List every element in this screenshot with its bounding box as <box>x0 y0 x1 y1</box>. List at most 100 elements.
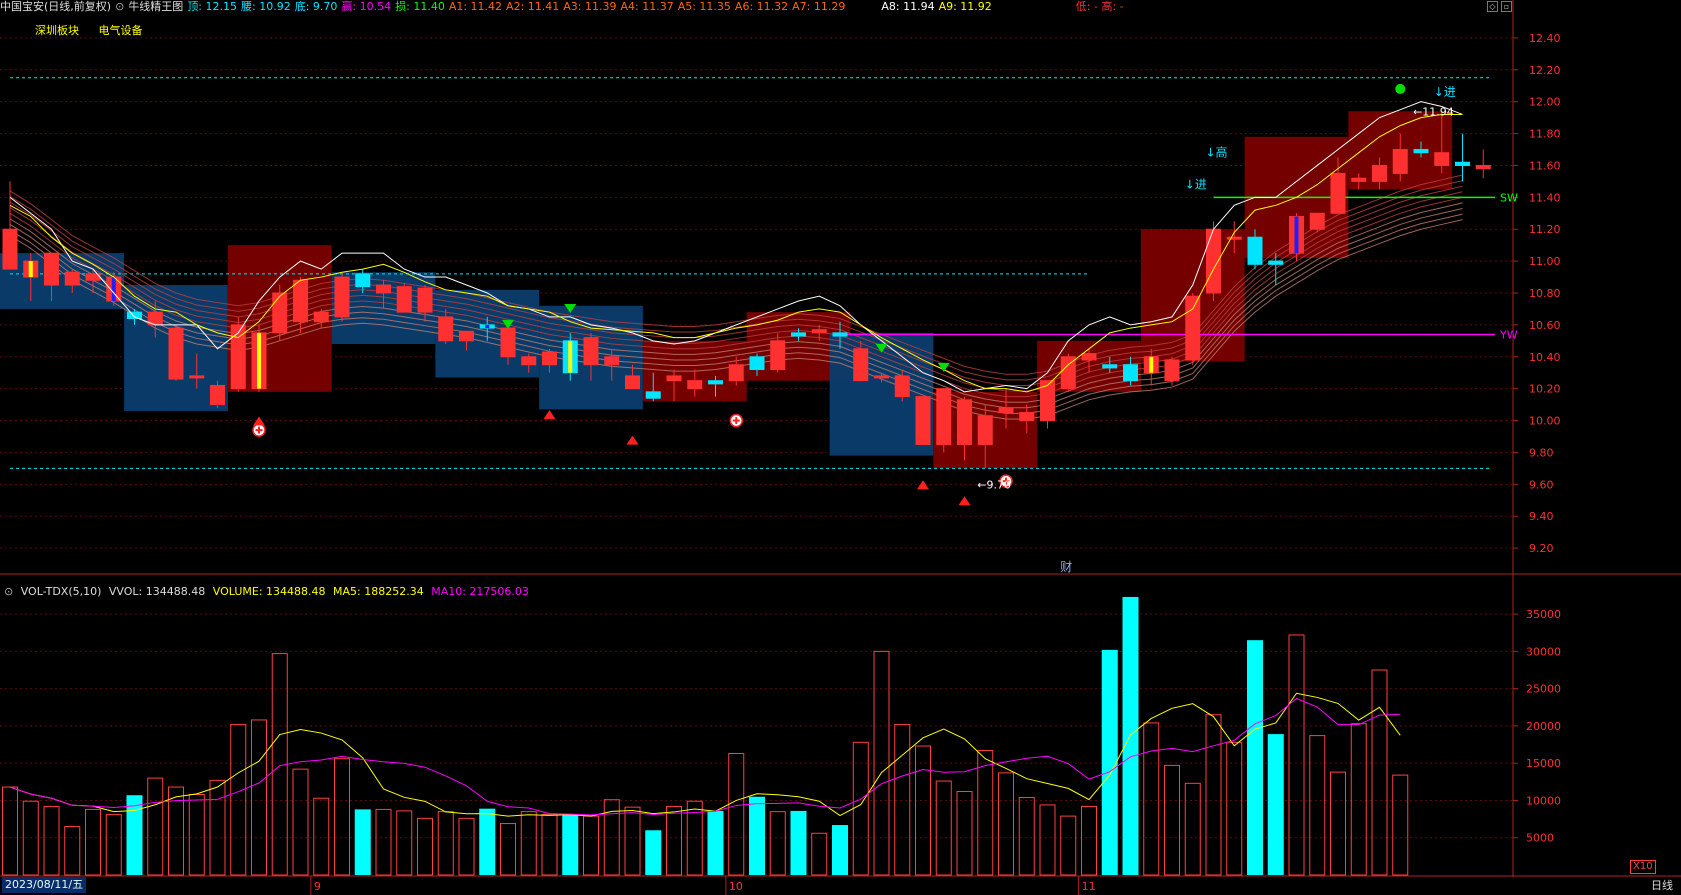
collapse-icon[interactable]: ⊙ <box>4 585 13 598</box>
volume-bar <box>1184 782 1201 876</box>
volume-bar <box>1309 735 1326 876</box>
ma5-value: MA5: 188252.34 <box>333 585 424 598</box>
volume-bar <box>396 810 413 876</box>
candle-body <box>1372 164 1387 182</box>
candle-body <box>708 380 723 385</box>
candle-body <box>936 388 952 445</box>
price-tick-label: 9.20 <box>1529 542 1554 555</box>
candle-body <box>1392 149 1408 174</box>
volume-bar <box>458 817 475 876</box>
candle-body <box>1164 359 1180 382</box>
candle-body <box>521 356 537 366</box>
candle-body <box>542 351 557 366</box>
volume-bar <box>1143 722 1160 876</box>
candle-body <box>1330 172 1346 214</box>
candle-body <box>313 311 329 323</box>
candle-body <box>1309 212 1325 230</box>
volume-bar <box>1039 804 1056 876</box>
volume-tick-label: 5000 <box>1526 832 1554 845</box>
volume-bar <box>500 823 516 876</box>
candle-body <box>376 284 391 294</box>
candle-body <box>500 327 516 358</box>
candle-body <box>977 415 993 445</box>
candle-body <box>459 330 474 342</box>
period-label[interactable]: 日线 <box>1651 877 1673 895</box>
candle-body <box>293 279 308 323</box>
price-tick-label: 11.80 <box>1529 128 1561 141</box>
candle-body <box>334 276 350 318</box>
candle-body <box>915 396 931 445</box>
candle-body <box>1226 236 1242 240</box>
candle-body <box>1351 177 1367 182</box>
volume-bar <box>64 826 81 876</box>
volume-bar <box>375 808 392 876</box>
price-tick-label: 9.80 <box>1529 446 1554 459</box>
volume-indicator-name[interactable]: VOL-TDX(5,10) <box>21 585 102 598</box>
price-tick-label: 9.40 <box>1529 510 1554 523</box>
price-tick-label: 11.20 <box>1529 223 1561 236</box>
candle-body <box>2 228 18 270</box>
candle-body <box>127 311 142 320</box>
candle-body <box>168 327 184 380</box>
volume-bar <box>1101 649 1118 875</box>
buy-triangle-icon <box>626 435 639 445</box>
footer-bar: 2023/08/11/五 日线 <box>0 877 1681 895</box>
buy-triangle-icon <box>253 416 265 426</box>
price-tick-label: 10.80 <box>1529 287 1561 300</box>
price-tick-label: 12.40 <box>1529 32 1561 45</box>
candle-body <box>210 384 225 406</box>
volume-value: VOLUME: 134488.48 <box>212 585 326 598</box>
volume-header-bar: ⊙ VOL-TDX(5,10) VVOL: 134488.48 VOLUME: … <box>4 585 533 599</box>
volume-bar <box>354 809 371 875</box>
volume-bar <box>1018 796 1035 876</box>
volume-bar <box>437 811 454 876</box>
buy-triangle-icon <box>917 480 929 490</box>
volume-tick-label: 25000 <box>1526 683 1561 696</box>
volume-bar <box>126 795 143 875</box>
volume-ma10-line <box>9 697 1401 816</box>
candle-signal-yellow <box>568 340 573 373</box>
candle-signal-blue <box>111 277 116 301</box>
volume-bar <box>541 814 558 876</box>
signal-text: ↓高 <box>1206 145 1228 160</box>
signal-text: 财 <box>1060 560 1072 574</box>
candle-body <box>874 375 889 379</box>
volume-bar <box>230 723 247 876</box>
volume-unit-badge: X10 <box>1630 860 1656 874</box>
candle-body <box>666 375 682 382</box>
price-tick-label: 10.40 <box>1529 351 1561 364</box>
candle-body <box>791 332 806 337</box>
volume-bar <box>749 796 765 875</box>
candle-body <box>957 399 972 445</box>
volume-bar <box>894 723 911 876</box>
volume-tick-label: 35000 <box>1526 608 1561 621</box>
volume-bar <box>956 791 973 876</box>
candle-body <box>44 252 59 286</box>
volume-bar <box>915 745 931 876</box>
candle-body <box>853 348 869 382</box>
volume-bar <box>334 758 350 876</box>
candle-body <box>1123 364 1138 382</box>
price-extreme-label: ←9.70 <box>977 478 1011 491</box>
volume-bar <box>583 815 599 876</box>
candle-body <box>189 375 205 379</box>
level-label-yw: YW <box>1499 328 1518 341</box>
candle-body <box>894 375 910 398</box>
candle-signal-blue <box>1294 216 1299 254</box>
candle-body <box>1434 152 1450 166</box>
volume-bar <box>188 793 205 876</box>
price-tick-label: 11.00 <box>1529 255 1561 268</box>
level-label-sw: SW <box>1500 191 1518 204</box>
price-tick-label: 11.40 <box>1529 191 1561 204</box>
volume-bar <box>209 779 226 876</box>
buy-triangle-icon <box>543 410 556 420</box>
candle-body <box>438 316 454 342</box>
volume-bar <box>105 814 122 876</box>
volume-bar <box>707 810 724 875</box>
price-tick-label: 11.60 <box>1529 159 1561 172</box>
candle-signal-yellow <box>257 332 261 389</box>
candle-body <box>625 375 640 390</box>
candle-body <box>1268 260 1284 265</box>
cursor-date: 2023/08/11/五 <box>2 877 87 893</box>
signal-text: ↓进 <box>1434 85 1456 99</box>
